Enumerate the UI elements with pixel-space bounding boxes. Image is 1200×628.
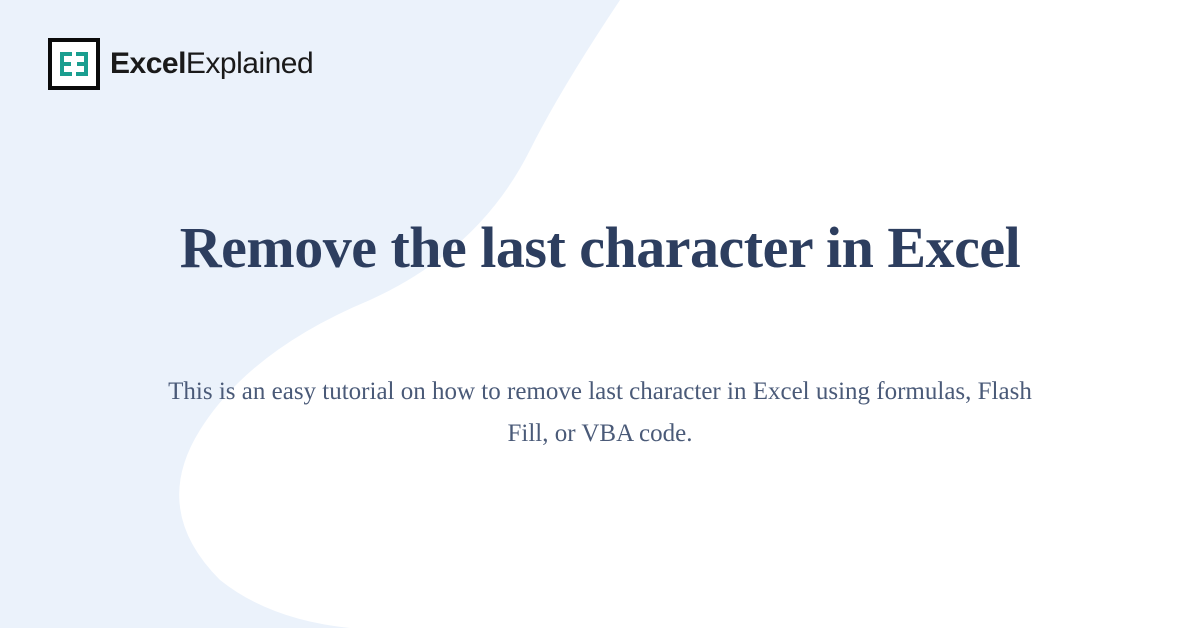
page-title: Remove the last character in Excel — [180, 214, 1020, 281]
content-area: Remove the last character in Excel This … — [0, 0, 1200, 628]
page-subtitle: This is an easy tutorial on how to remov… — [160, 371, 1040, 454]
